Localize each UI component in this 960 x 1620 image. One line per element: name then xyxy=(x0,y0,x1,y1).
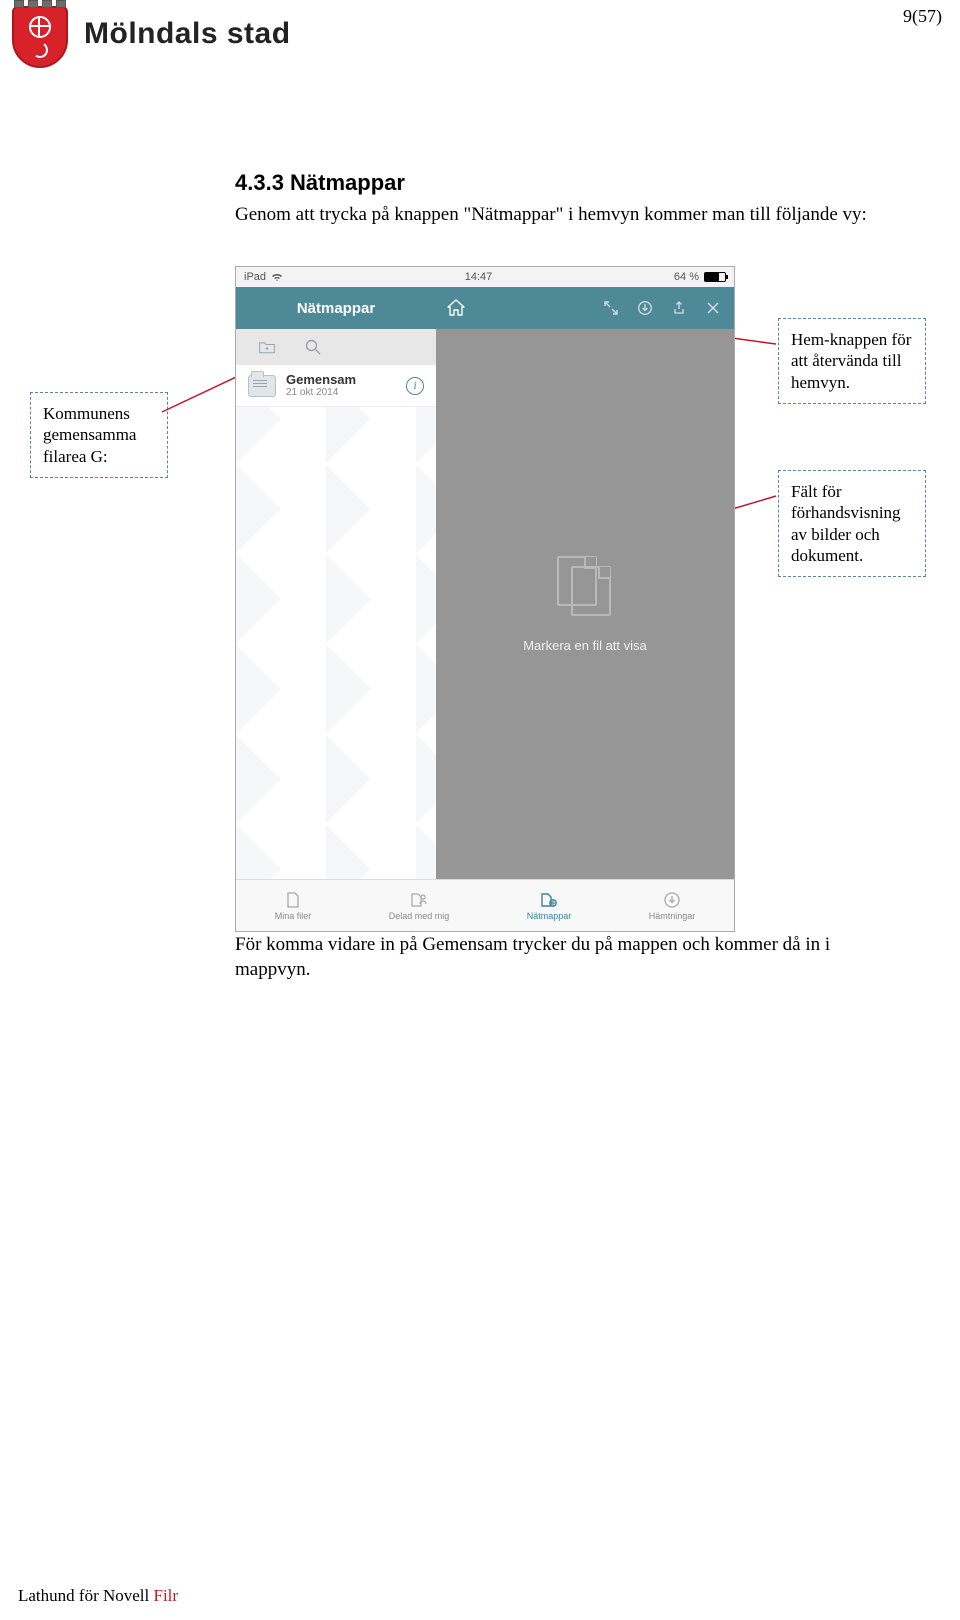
file-list: Gemensam 21 okt 2014 i xyxy=(236,365,436,407)
documents-icon xyxy=(557,556,613,616)
expand-icon[interactable] xyxy=(602,299,620,317)
app-title: Nätmappar xyxy=(236,300,436,317)
brand-name: Mölndals stad xyxy=(84,17,291,51)
search-icon[interactable] xyxy=(304,338,322,356)
appbar-actions xyxy=(602,299,734,317)
section-intro: Genom att trycka på knappen "Nätmappar" … xyxy=(235,202,900,228)
tab-shared[interactable]: Delad med mig xyxy=(389,891,450,921)
section-after: För komma vidare in på Gemensam trycker … xyxy=(235,932,900,983)
info-icon[interactable]: i xyxy=(406,377,424,395)
callout-preview-area: Fält för förhandsvisning av bilder och d… xyxy=(778,470,926,577)
file-icon xyxy=(282,891,304,909)
list-item[interactable]: Gemensam 21 okt 2014 i xyxy=(236,365,436,407)
netfolder-icon xyxy=(538,891,560,909)
brand-logo: Mölndals stad xyxy=(12,0,291,68)
battery-icon xyxy=(704,272,726,282)
downloads-icon xyxy=(661,891,683,909)
status-time: 14:47 xyxy=(465,271,493,283)
footer: Lathund för Novell Filr xyxy=(18,1586,178,1606)
home-icon xyxy=(446,299,466,317)
item-title: Gemensam xyxy=(286,373,356,387)
app-bar: Nätmappar xyxy=(236,287,734,329)
download-icon[interactable] xyxy=(636,299,654,317)
callout-home-button: Hem-knappen för att återvända till hemvy… xyxy=(778,318,926,404)
tab-label: Delad med mig xyxy=(389,911,450,921)
hook-icon xyxy=(31,41,50,60)
footer-prefix: Lathund för Novell xyxy=(18,1586,154,1605)
preview-panel: Markera en fil att visa xyxy=(436,329,734,879)
page: Mölndals stad 9(57) 4.3.3 Nätmappar Geno… xyxy=(0,0,960,1620)
device-label: iPad xyxy=(244,271,266,283)
shield-icon xyxy=(12,0,68,68)
file-list-panel: Gemensam 21 okt 2014 i xyxy=(236,329,436,879)
footer-product: Filr xyxy=(154,1586,179,1605)
split-view: Gemensam 21 okt 2014 i Markera en fil at… xyxy=(236,329,734,879)
tab-downloads[interactable]: Hämtningar xyxy=(649,891,696,921)
tab-my-files[interactable]: Mina filer xyxy=(275,891,312,921)
battery-percent: 64 % xyxy=(674,271,699,283)
section-heading: 4.3.3 Nätmappar xyxy=(235,170,900,196)
share-icon[interactable] xyxy=(670,299,688,317)
list-toolbar xyxy=(236,329,436,365)
status-bar: iPad 14:47 64 % xyxy=(236,267,734,287)
new-folder-icon[interactable] xyxy=(258,338,276,356)
tab-label: Mina filer xyxy=(275,911,312,921)
app-screenshot: iPad 14:47 64 % Nätmappar xyxy=(235,266,735,932)
callout-left: Kommunens gemensamma filarea G: xyxy=(30,392,168,478)
shared-icon xyxy=(408,891,430,909)
tab-label: Hämtningar xyxy=(649,911,696,921)
folder-icon xyxy=(248,375,276,397)
tab-bar: Mina filer Delad med mig Nätmappar Hämtn… xyxy=(236,879,734,931)
close-icon[interactable] xyxy=(704,299,722,317)
home-button[interactable] xyxy=(436,299,476,317)
item-subtitle: 21 okt 2014 xyxy=(286,387,356,398)
page-number: 9(57) xyxy=(903,6,942,27)
wifi-icon xyxy=(271,272,283,282)
tab-label: Nätmappar xyxy=(527,911,572,921)
globe-icon xyxy=(29,16,51,38)
tab-netfolders[interactable]: Nätmappar xyxy=(527,891,572,921)
preview-caption: Markera en fil att visa xyxy=(523,638,647,653)
